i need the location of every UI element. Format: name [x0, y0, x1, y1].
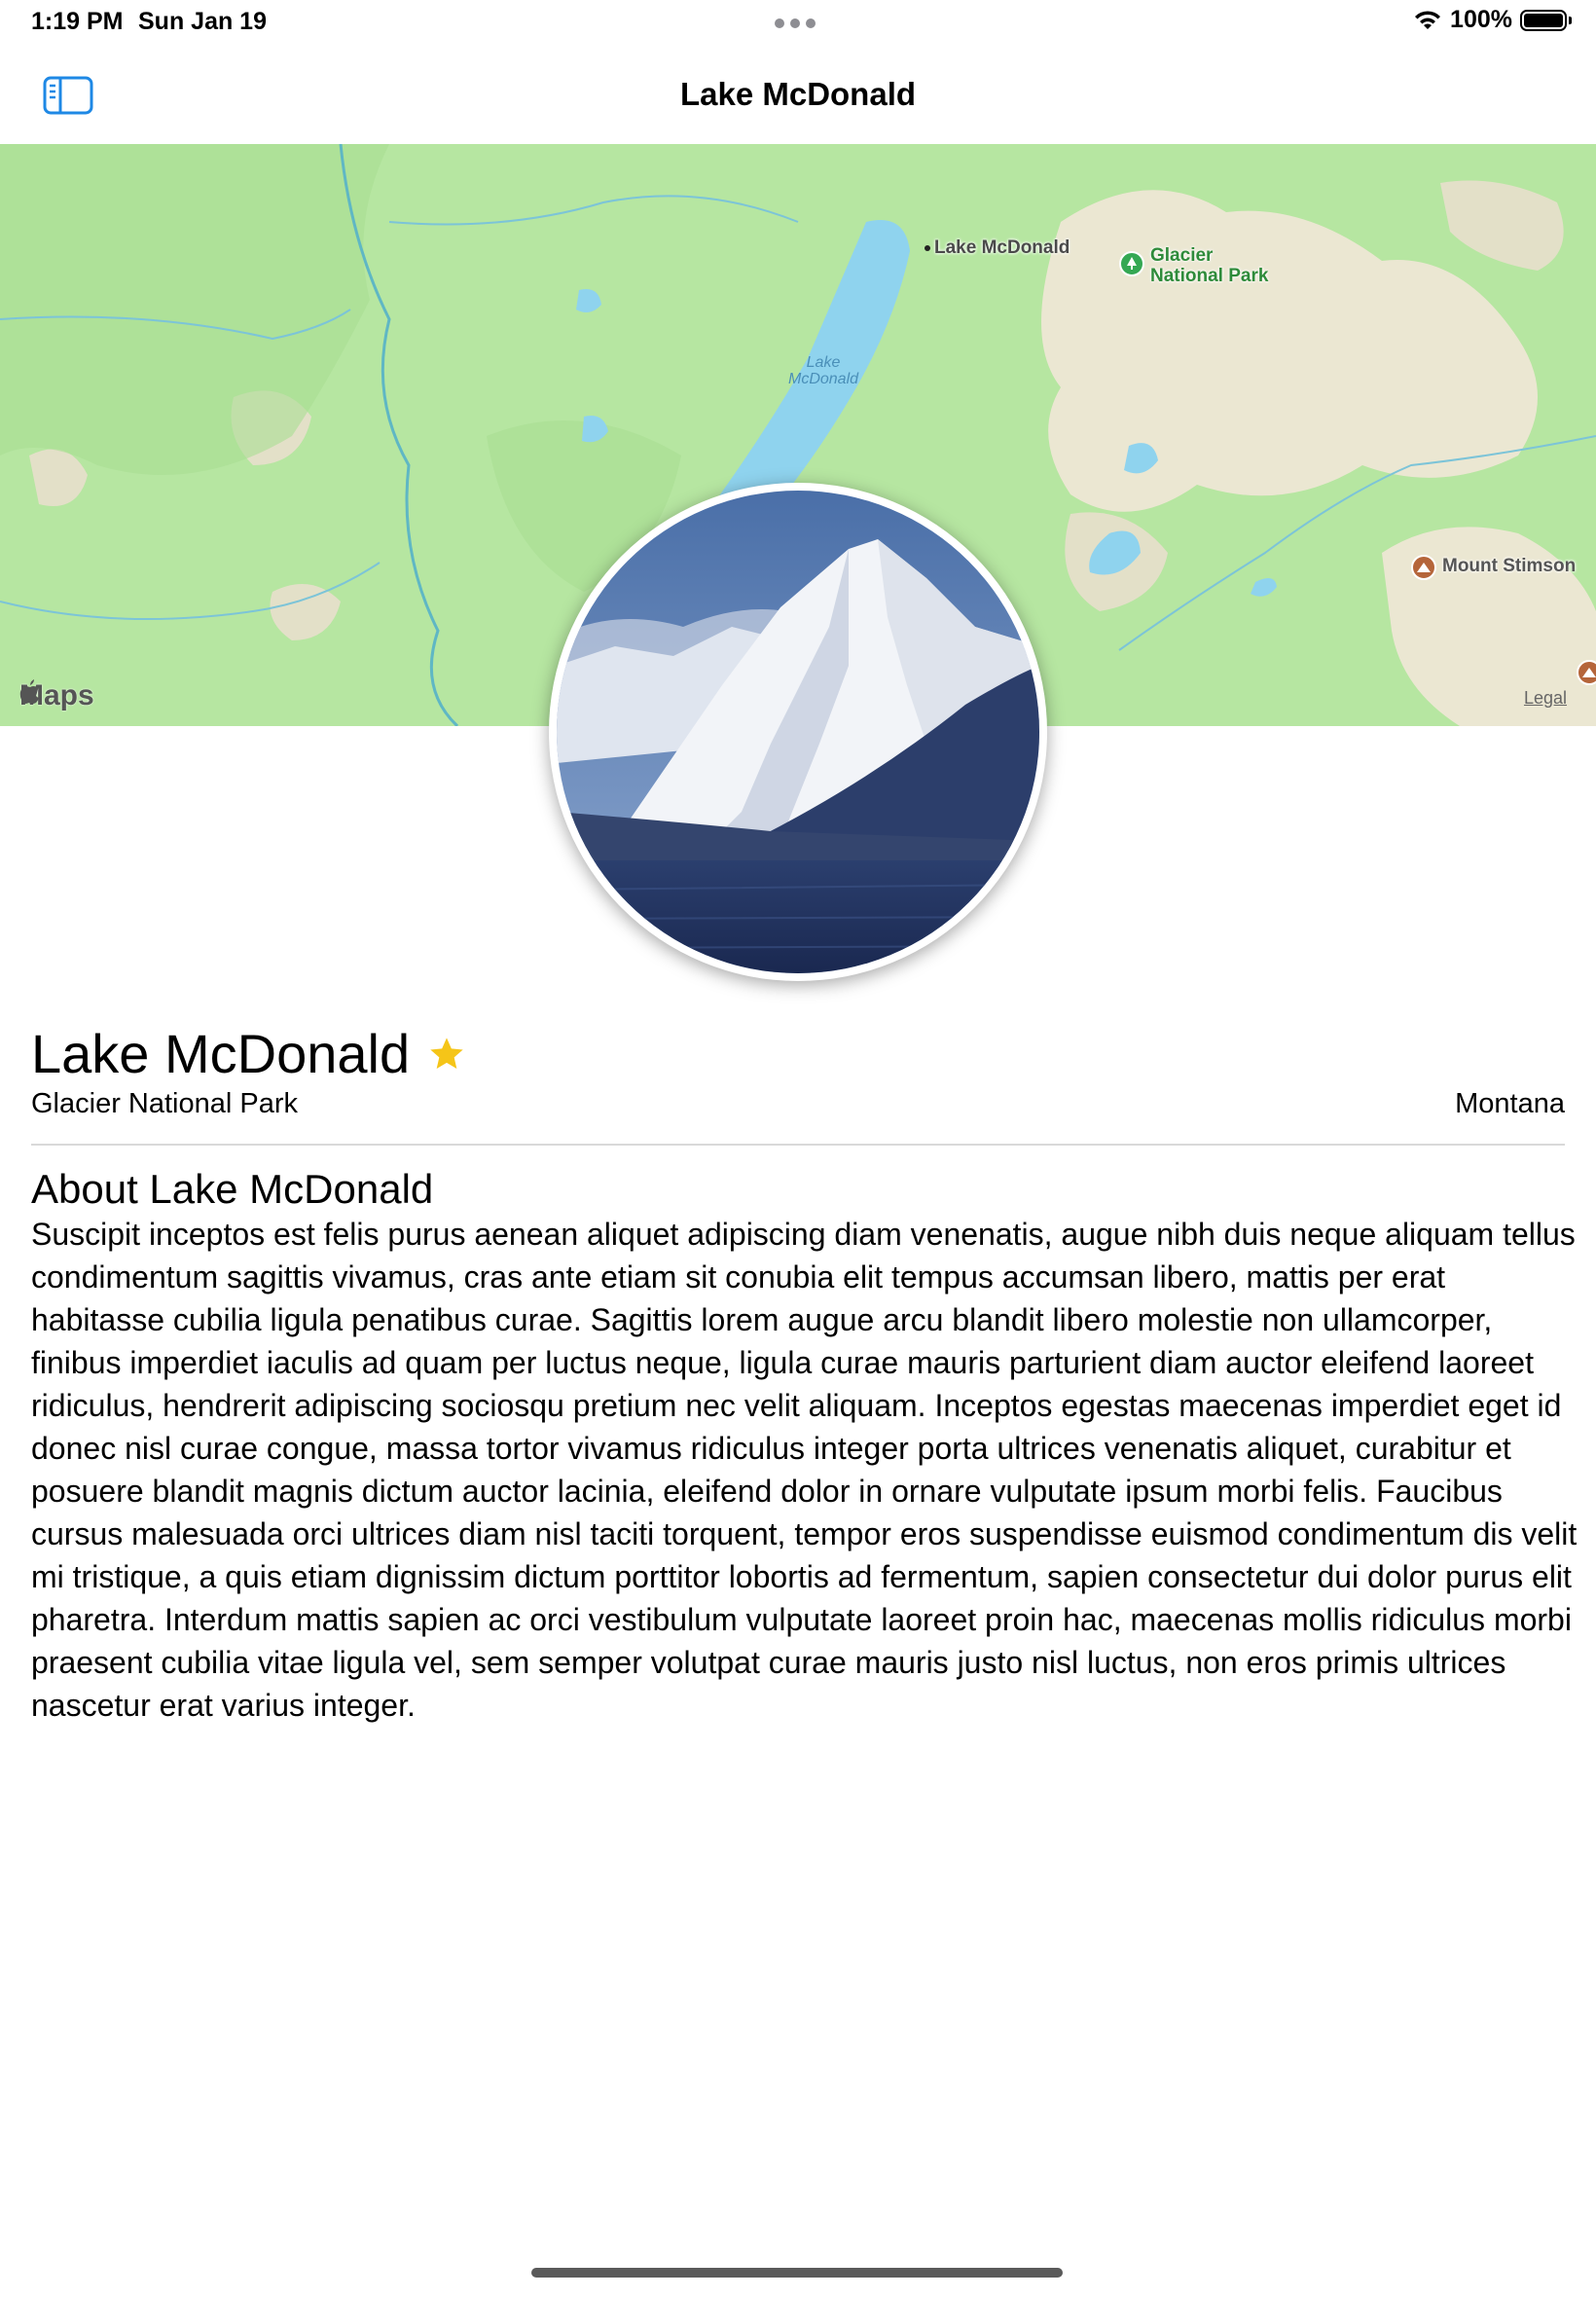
status-bar: 1:19 PM Sun Jan 19 100% — [0, 0, 1596, 47]
home-indicator[interactable] — [531, 2268, 1063, 2278]
legal-link[interactable]: Legal — [1524, 688, 1567, 709]
place-title: Lake McDonald — [31, 1023, 411, 1084]
map-pin-lake-label[interactable]: Lake McDonald — [925, 237, 1070, 259]
star-favorite-icon[interactable] — [427, 1035, 466, 1078]
divider — [31, 1144, 1565, 1146]
location-photo — [549, 483, 1047, 981]
battery-icon — [1520, 9, 1572, 31]
status-date: Sun Jan 19 — [138, 8, 267, 35]
park-name: Glacier National Park — [31, 1088, 298, 1119]
status-time: 1:19 PM — [31, 8, 124, 35]
navigation-bar: Lake McDonald — [0, 47, 1596, 144]
status-indicators: 100% — [1413, 6, 1572, 34]
pin-dot-icon — [925, 244, 930, 251]
battery-percent: 100% — [1450, 6, 1512, 33]
title-row: Lake McDonald — [31, 1022, 466, 1085]
page-title: Lake McDonald — [679, 76, 917, 112]
mountain-label: Mount Stimson — [1442, 556, 1577, 576]
park-label-line1: Glacier — [1150, 245, 1214, 266]
state-name: Montana — [1455, 1088, 1565, 1119]
about-body: Suscipit inceptos est felis purus aenean… — [31, 1217, 1578, 1723]
park-label-line2: National Park — [1150, 266, 1269, 286]
maps-attribution: Maps — [19, 679, 94, 712]
multitasking-dots-icon[interactable] — [775, 18, 816, 28]
map-water-label: Lake McDonald — [787, 354, 859, 387]
about-heading: About Lake McDonald — [31, 1166, 434, 1212]
wifi-icon — [1413, 10, 1442, 31]
